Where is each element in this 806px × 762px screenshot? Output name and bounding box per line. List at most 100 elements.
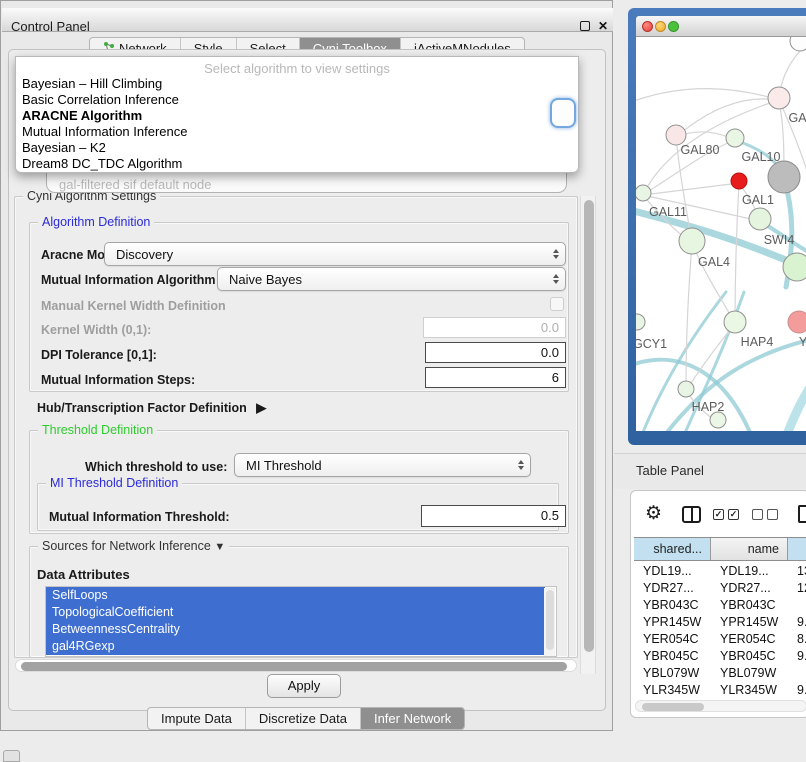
network-canvas[interactable]: GAL80 GAL10 GAL1 GAL11 SWI4 GAL4 GCY1 HA… [636,37,806,431]
node-gal1[interactable] [749,208,771,230]
table-row[interactable]: YPR145WYPR145W9. [634,614,806,631]
network-edge[interactable] [686,243,692,391]
settings-vertical-scrollbar[interactable] [580,196,596,674]
algorithm-combo-focus-ring[interactable] [550,98,576,128]
which-threshold-combo[interactable]: MI Threshold [234,453,531,477]
node-gal-partial[interactable] [768,87,790,109]
node-label: HAP4 [741,335,774,349]
scrollbar-thumb[interactable] [642,703,704,711]
table-row[interactable]: YLR345WYLR345W9. [634,682,806,699]
document-icon[interactable] [798,505,806,523]
popup-item[interactable]: Mutual Information Inference [20,124,570,140]
cell-shared: YBR043C [634,597,711,614]
network-edge[interactable] [786,373,806,431]
network-edge[interactable] [735,183,739,324]
gear-icon[interactable]: ⚙ [645,504,662,523]
close-icon[interactable]: ✕ [597,20,609,32]
settings-horizontal-scrollbar[interactable] [15,659,577,672]
group-title: Algorithm Definition [38,215,154,229]
scrollbar-thumb[interactable] [584,200,594,652]
mi-steps-field[interactable]: 6 [425,367,566,388]
node-gcy1[interactable] [636,314,645,330]
zoom-traffic-light[interactable] [668,21,679,32]
network-window-titlebar[interactable] [636,16,806,37]
node-label: GAL11 [649,205,687,219]
scrollbar-thumb[interactable] [546,590,554,650]
cell-value: 9. [788,682,806,699]
sources-title[interactable]: Sources for Network Inference ▼ [38,539,229,553]
network-edge[interactable] [643,183,739,195]
table-row[interactable]: YER054CYER054C8. [634,631,806,648]
tab-impute-data[interactable]: Impute Data [148,708,246,729]
minimize-traffic-light[interactable] [655,21,666,32]
table-row[interactable]: YBL079WYBL079W [634,665,806,682]
deselect-all-checkbox-icon[interactable] [752,509,763,520]
node-salmon[interactable] [788,311,806,333]
combo-value: Discovery [116,247,173,262]
table-row[interactable]: YDL19...YDL19...13 [634,563,806,580]
column-header-shared-name[interactable]: shared... [634,538,711,560]
node-gal80[interactable] [666,125,686,145]
minimized-panel-icon[interactable] [3,750,20,762]
list-scrollbar[interactable] [544,588,555,656]
network-edge[interactable] [636,89,779,102]
mi-threshold-field[interactable]: 0.5 [421,505,566,527]
table-row[interactable]: YBR043CYBR043C [634,597,806,614]
network-edge[interactable] [656,337,806,431]
popup-item-selected[interactable]: ARACNE Algorithm [20,108,570,124]
node-hap2[interactable] [678,381,694,397]
kernel-width-field[interactable]: 0.0 [423,317,566,338]
stepper-icon [553,274,559,284]
select-all-checkbox-icon-2[interactable]: ✓ [728,509,739,520]
table-header: shared... name [634,537,806,561]
aracne-mode-combo[interactable]: Discovery [104,242,566,266]
hub-transcription-section[interactable]: Hub/Transcription Factor Definition ▶ [37,400,266,416]
table-row[interactable]: YDR27...YDR27...12 [634,580,806,597]
list-item[interactable]: SelfLoops [46,587,545,604]
table-row[interactable]: YBR045CYBR045C9. [634,648,806,665]
node-label: SWI4 [764,233,795,247]
combo-value: MI Threshold [246,458,322,473]
node-gal10[interactable] [726,129,744,147]
kernel-width-label: Kernel Width (0,1): [41,322,151,338]
columns-icon[interactable] [682,506,701,523]
node-gal11[interactable] [636,185,651,201]
tab-label: Discretize Data [259,711,347,726]
popup-item[interactable]: Bayesian – Hill Climbing [20,76,570,92]
network-svg: GAL80 GAL10 GAL1 GAL11 SWI4 GAL4 GCY1 HA… [636,37,806,431]
stepper-icon [553,249,559,259]
column-header-name[interactable]: name [711,538,788,560]
node-partial-top[interactable] [790,37,806,51]
desktop: Control Panel ✕ Network Style Select Cyn… [0,0,806,762]
node-red[interactable] [731,173,747,189]
node-gray[interactable] [768,161,800,193]
popup-item[interactable]: Dream8 DC_TDC Algorithm [20,156,570,172]
float-window-icon[interactable] [580,21,590,31]
dpi-tolerance-field[interactable]: 0.0 [425,342,566,363]
node-label: GAL1 [742,193,774,207]
column-header-cut[interactable] [788,538,806,560]
popup-item[interactable]: Basic Correlation Inference [20,92,570,108]
popup-item[interactable]: Bayesian – K2 [20,140,570,156]
tab-infer-network[interactable]: Infer Network [361,708,464,729]
close-traffic-light[interactable] [642,21,653,32]
node-gal4[interactable] [679,228,705,254]
network-edge[interactable] [676,99,779,137]
table-horizontal-scrollbar[interactable] [635,700,806,712]
control-panel-window: Control Panel ✕ Network Style Select Cyn… [0,0,613,731]
manual-kernel-width-checkbox[interactable] [550,297,564,311]
node-bottom[interactable] [710,412,726,428]
mi-algorithm-type-combo[interactable]: Naive Bayes [217,267,566,291]
node-swi4[interactable] [783,253,806,281]
hub-label: Hub/Transcription Factor Definition [37,401,247,415]
list-item[interactable]: TopologicalCoefficient [46,604,545,621]
select-all-checkbox-icon[interactable]: ✓ [713,509,724,520]
node-label: GAL10 [742,150,781,164]
scrollbar-thumb[interactable] [21,662,567,671]
apply-button[interactable]: Apply [267,674,341,698]
list-item[interactable]: gal4RGexp [46,638,545,655]
list-item[interactable]: BetweennessCentrality [46,621,545,638]
tab-discretize-data[interactable]: Discretize Data [246,708,361,729]
node-hap4[interactable] [724,311,746,333]
deselect-all-checkbox-icon-2[interactable] [767,509,778,520]
